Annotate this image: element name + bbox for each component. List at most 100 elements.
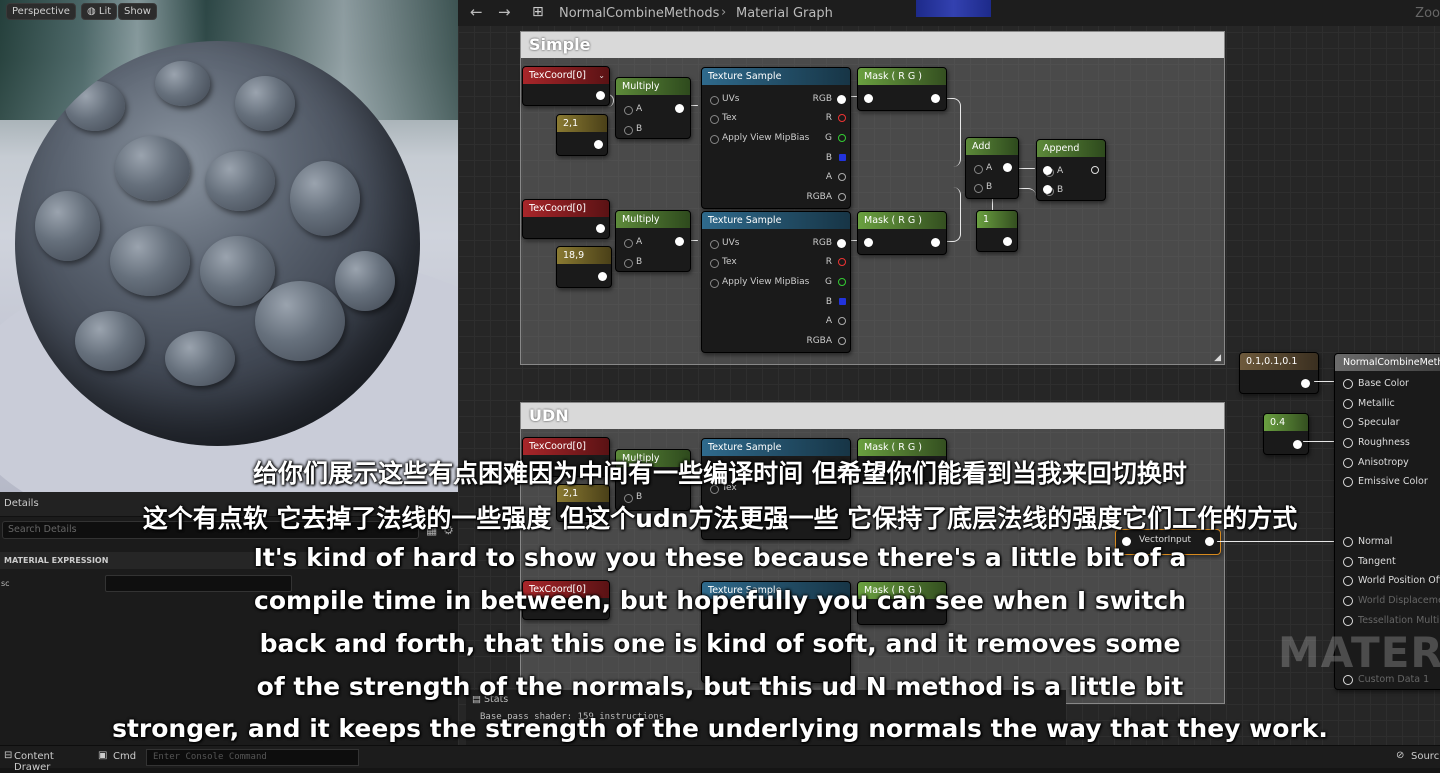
output-pin-b[interactable] bbox=[839, 154, 846, 161]
multiply-node-1[interactable]: Multiply A B bbox=[615, 77, 691, 139]
output-pin[interactable] bbox=[1003, 237, 1012, 246]
output-pin[interactable] bbox=[837, 95, 846, 104]
breadcrumb-asset[interactable]: NormalCombineMethods bbox=[559, 6, 719, 21]
pin-rgb[interactable]: RGB bbox=[813, 238, 832, 248]
output-pin-g[interactable] bbox=[838, 134, 846, 142]
pin-b[interactable]: B bbox=[623, 257, 642, 268]
terminal-icon: ▣ bbox=[98, 750, 108, 761]
mask-title: Mask ( R G ) bbox=[858, 212, 946, 229]
output-pin[interactable] bbox=[931, 94, 940, 103]
breadcrumb-view[interactable]: Material Graph bbox=[736, 6, 833, 21]
show-button[interactable]: Show bbox=[118, 3, 157, 20]
output-pin-a[interactable] bbox=[838, 173, 846, 181]
output-pin[interactable] bbox=[1003, 163, 1012, 172]
source-control-button[interactable]: ⊘ Sourc bbox=[1396, 746, 1440, 768]
constant-value: 2,1 bbox=[557, 115, 607, 132]
constant-vector-node[interactable]: 0.1,0.1,0.1 bbox=[1239, 352, 1319, 394]
console-placeholder: Enter Console Command bbox=[153, 752, 267, 762]
subtitle-zh-line-1: 给你们展示这些有点困难因为中间有一些编译时间 但希望你们能看到当我来回切换时 bbox=[253, 459, 1187, 488]
output-pin-a[interactable] bbox=[838, 317, 846, 325]
append-title: Append bbox=[1037, 140, 1105, 157]
output-pin[interactable] bbox=[1293, 440, 1302, 449]
input-base-color[interactable]: Base Color bbox=[1343, 378, 1409, 389]
perspective-button[interactable]: Perspective bbox=[6, 3, 76, 20]
constant-04-node[interactable]: 0.4 bbox=[1263, 413, 1309, 455]
chevron-down-icon[interactable]: ⌄ bbox=[598, 71, 605, 80]
console-input[interactable]: Enter Console Command bbox=[146, 749, 359, 766]
output-pin[interactable] bbox=[931, 238, 940, 247]
pin-r[interactable]: R bbox=[826, 257, 832, 267]
material-preview-viewport[interactable]: Perspective ◍ Lit Show bbox=[0, 0, 458, 492]
pin-b[interactable]: B bbox=[623, 124, 642, 135]
texcoord-node-2[interactable]: TexCoord[0] bbox=[522, 199, 610, 239]
pin-tex[interactable]: Tex bbox=[710, 113, 737, 124]
input-tessellation-multiplier[interactable]: Tessellation Multipl bbox=[1343, 615, 1440, 626]
pin-g[interactable]: G bbox=[825, 277, 832, 287]
subtitle-en-line-4: of the strength of the normals, but this… bbox=[256, 672, 1184, 701]
output-pin[interactable] bbox=[596, 224, 605, 233]
output-pin[interactable] bbox=[598, 272, 607, 281]
pin-tex[interactable]: Tex bbox=[710, 257, 737, 268]
output-pin[interactable] bbox=[675, 237, 684, 246]
output-pin-r[interactable] bbox=[838, 114, 846, 122]
output-pin-rgba[interactable] bbox=[838, 193, 846, 201]
pin-b-channel[interactable]: B bbox=[826, 153, 832, 163]
pin-a[interactable]: A bbox=[623, 104, 642, 115]
pin-rgba[interactable]: RGBA bbox=[806, 192, 832, 202]
add-node[interactable]: Add A B bbox=[965, 137, 1019, 199]
add-title: Add bbox=[966, 138, 1018, 155]
pin-a[interactable]: A bbox=[623, 237, 642, 248]
output-pin[interactable] bbox=[675, 104, 684, 113]
pin-rgb[interactable]: RGB bbox=[813, 94, 832, 104]
texcoord-title: TexCoord[0] bbox=[523, 438, 609, 455]
texture-sample-node-2[interactable]: Texture Sample UVs Tex Apply View MipBia… bbox=[701, 211, 851, 353]
output-pin-g[interactable] bbox=[838, 278, 846, 286]
texture-sample-node-1[interactable]: Texture Sample UVs Tex Apply View MipBia… bbox=[701, 67, 851, 209]
input-pin[interactable] bbox=[864, 238, 873, 247]
pin-r[interactable]: R bbox=[826, 113, 832, 123]
pin-uvs[interactable]: UVs bbox=[709, 94, 739, 105]
content-drawer-button[interactable]: ⊟ Content Drawer bbox=[0, 746, 90, 773]
constant-node-1[interactable]: 2,1 bbox=[556, 114, 608, 156]
cmd-button[interactable]: ▣ Cmd bbox=[98, 746, 140, 768]
input-metallic[interactable]: Metallic bbox=[1343, 398, 1395, 409]
output-pin[interactable] bbox=[1301, 379, 1310, 388]
input-world-position-offset[interactable]: World Position Offse bbox=[1342, 575, 1440, 586]
output-pin[interactable] bbox=[1091, 166, 1099, 174]
pin-uvs[interactable]: UVs bbox=[709, 238, 739, 249]
output-pin-r[interactable] bbox=[838, 258, 846, 266]
input-roughness[interactable]: Roughness bbox=[1343, 437, 1410, 448]
constant-node-2[interactable]: 18,9 bbox=[556, 246, 612, 288]
output-pin[interactable] bbox=[594, 140, 603, 149]
pin-g[interactable]: G bbox=[825, 133, 832, 143]
pin-apply-mipbias[interactable]: Apply View MipBias bbox=[709, 133, 809, 144]
multiply-node-2[interactable]: Multiply A B bbox=[615, 210, 691, 272]
back-arrow-icon[interactable]: ← bbox=[470, 3, 483, 21]
forward-arrow-icon[interactable]: → bbox=[498, 3, 511, 21]
multiply-title: Multiply bbox=[616, 78, 690, 95]
output-pin-rgba[interactable] bbox=[838, 337, 846, 345]
lit-button[interactable]: ◍ Lit bbox=[81, 3, 118, 20]
input-specular[interactable]: Specular bbox=[1343, 417, 1400, 428]
output-pin[interactable] bbox=[837, 239, 846, 248]
mask-node-1[interactable]: Mask ( R G ) bbox=[857, 67, 947, 111]
mask-node-2[interactable]: Mask ( R G ) bbox=[857, 211, 947, 255]
input-pin[interactable] bbox=[1043, 185, 1052, 194]
output-pin[interactable] bbox=[596, 91, 605, 100]
pin-a-channel[interactable]: A bbox=[826, 316, 832, 326]
pin-b-channel[interactable]: B bbox=[826, 297, 832, 307]
pin-a-channel[interactable]: A bbox=[826, 172, 832, 182]
append-node[interactable]: Append A B bbox=[1036, 139, 1106, 201]
output-pin-b[interactable] bbox=[839, 298, 846, 305]
pin-rgba[interactable]: RGBA bbox=[806, 336, 832, 346]
pin-b[interactable]: B bbox=[1044, 185, 1063, 196]
resize-handle-icon[interactable]: ◢ bbox=[1214, 353, 1221, 363]
pin-a[interactable]: A bbox=[1044, 166, 1063, 177]
input-pin[interactable] bbox=[864, 94, 873, 103]
pin-b[interactable]: B bbox=[973, 182, 992, 193]
constant-node-one[interactable]: 1 bbox=[976, 210, 1018, 252]
texcoord-node-1[interactable]: TexCoord[0] ⌄ bbox=[522, 66, 610, 106]
pin-apply-mipbias[interactable]: Apply View MipBias bbox=[709, 277, 809, 288]
pin-a[interactable]: A bbox=[973, 163, 992, 174]
input-pin[interactable] bbox=[1043, 166, 1052, 175]
